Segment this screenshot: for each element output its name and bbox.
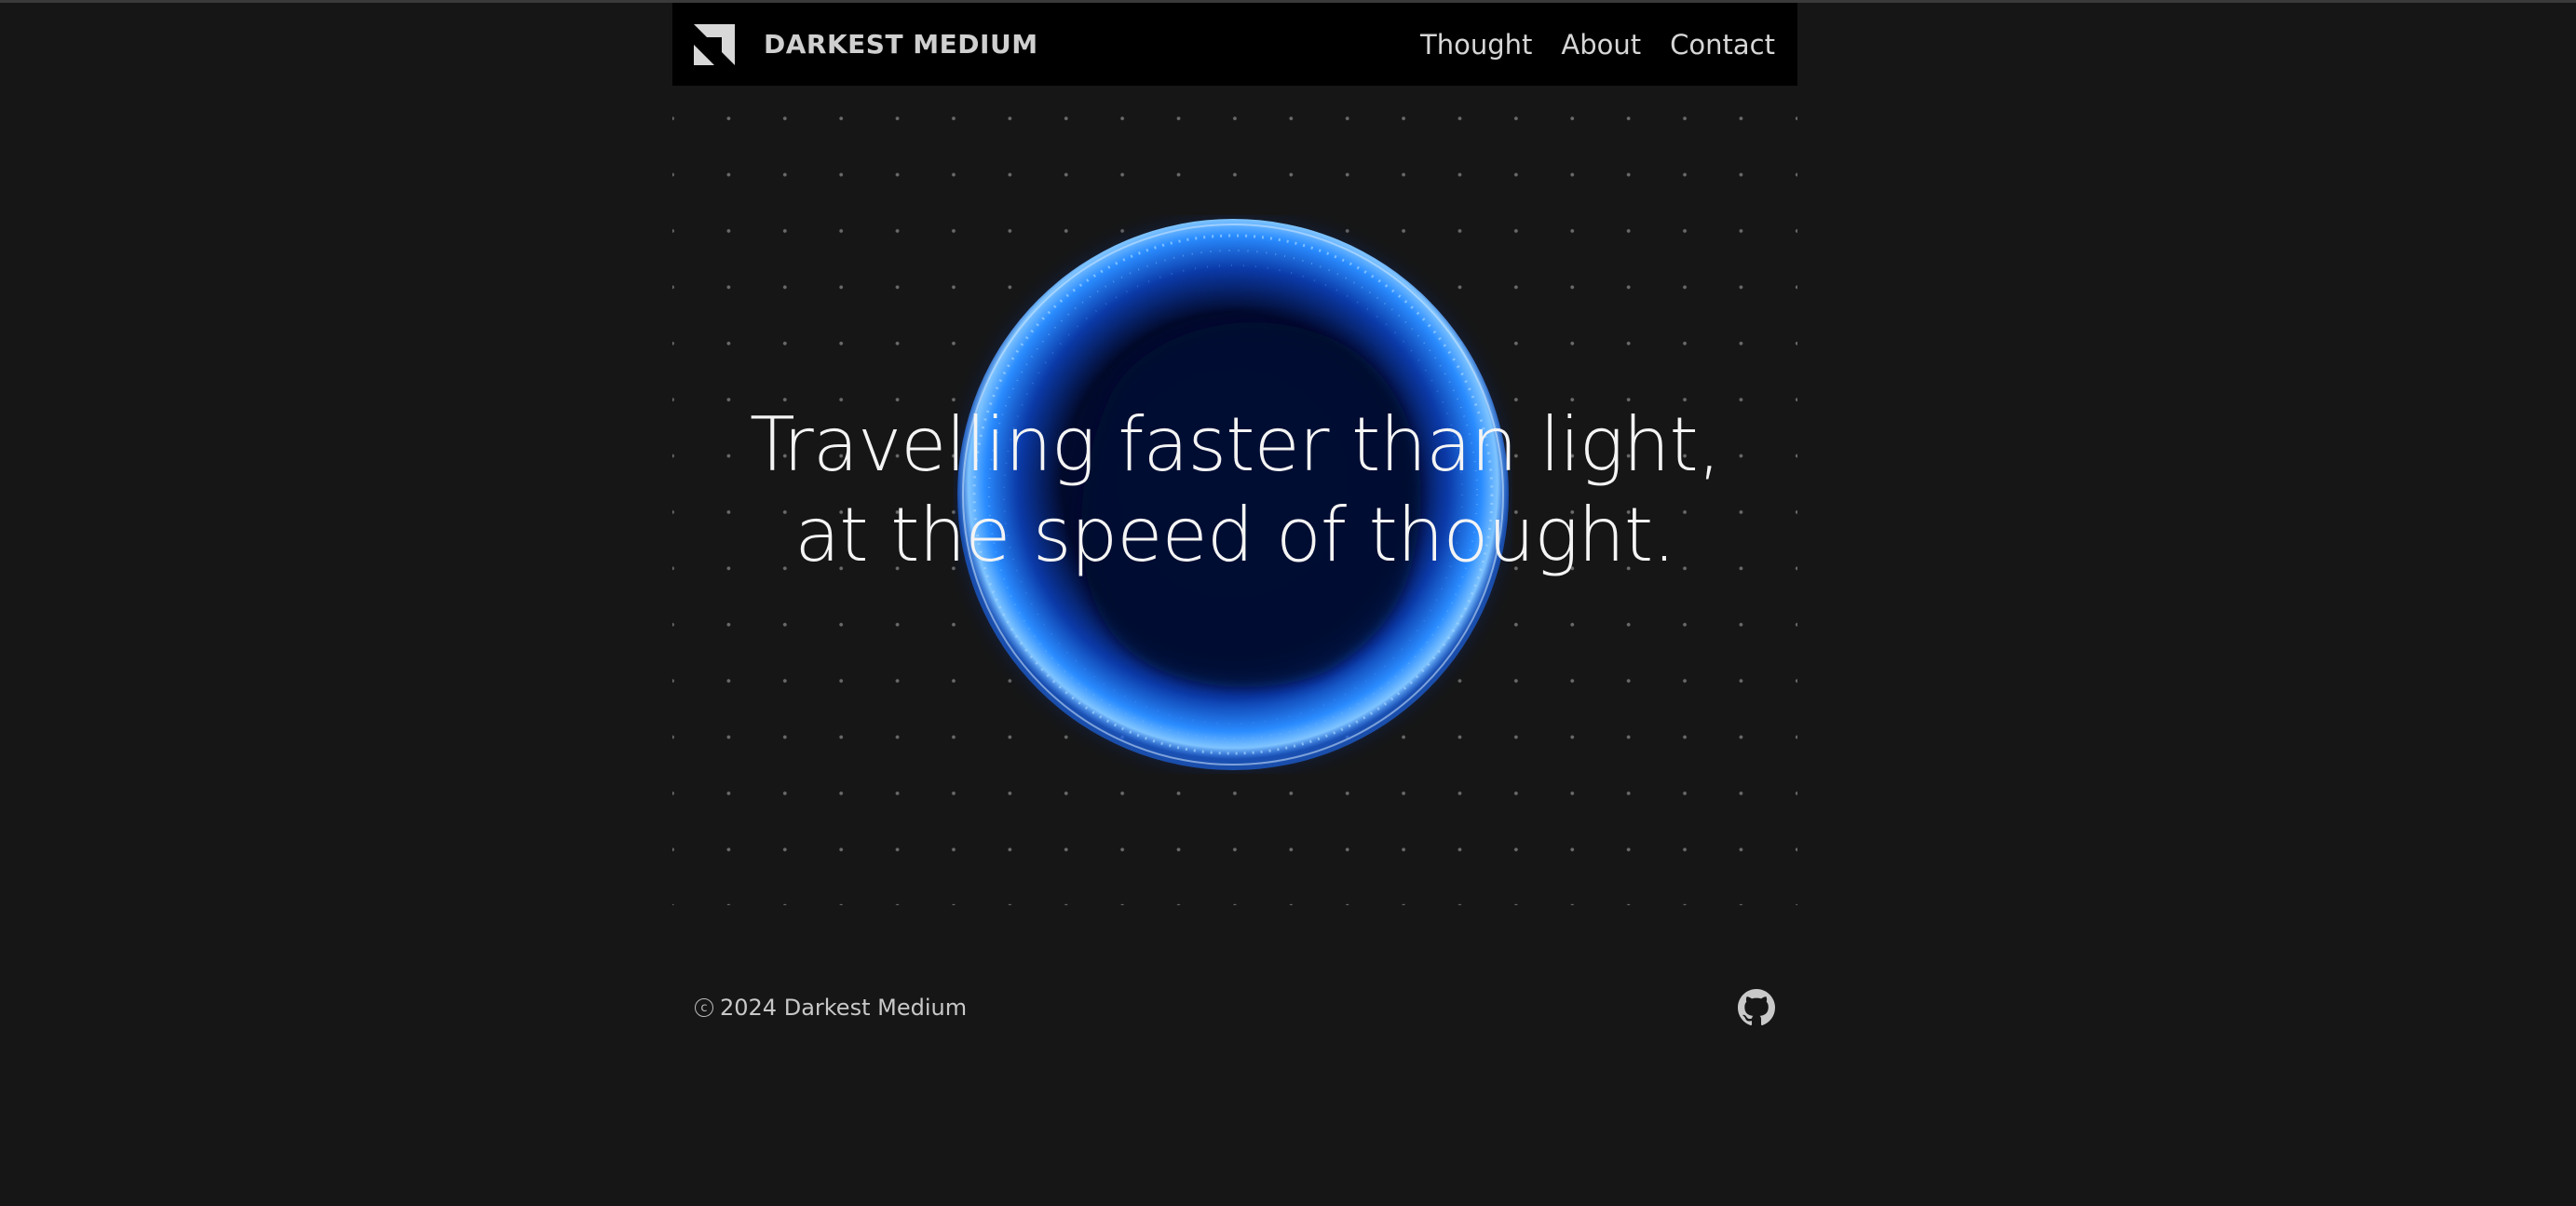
logo-icon bbox=[694, 23, 735, 65]
copyright-text: 2024 Darkest Medium bbox=[720, 995, 968, 1021]
site-header: DARKEST MEDIUM Thought About Contact bbox=[672, 3, 1797, 86]
copyright-icon: c bbox=[695, 998, 713, 1017]
hero-headline-line-1: Travelling faster than light, bbox=[749, 401, 1721, 488]
nav-link-about[interactable]: About bbox=[1561, 29, 1641, 61]
brand-home-link[interactable]: DARKEST MEDIUM bbox=[694, 23, 1038, 65]
main-nav: Thought About Contact bbox=[1391, 29, 1775, 61]
page-container: DARKEST MEDIUM Thought About Contact Tra… bbox=[672, 3, 1797, 1206]
github-icon[interactable] bbox=[1738, 989, 1775, 1026]
hero-headline: Travelling faster than light, at the spe… bbox=[672, 400, 1797, 580]
nav-link-contact[interactable]: Contact bbox=[1670, 29, 1775, 61]
nav-link-thought[interactable]: Thought bbox=[1420, 29, 1532, 61]
hero-headline-line-2: at the speed of thought. bbox=[794, 492, 1675, 578]
brand-name: DARKEST MEDIUM bbox=[764, 29, 1038, 60]
copyright: c 2024 Darkest Medium bbox=[695, 995, 967, 1021]
site-footer: c 2024 Darkest Medium bbox=[672, 982, 1797, 1033]
hero-section: Travelling faster than light, at the spe… bbox=[672, 86, 1797, 905]
